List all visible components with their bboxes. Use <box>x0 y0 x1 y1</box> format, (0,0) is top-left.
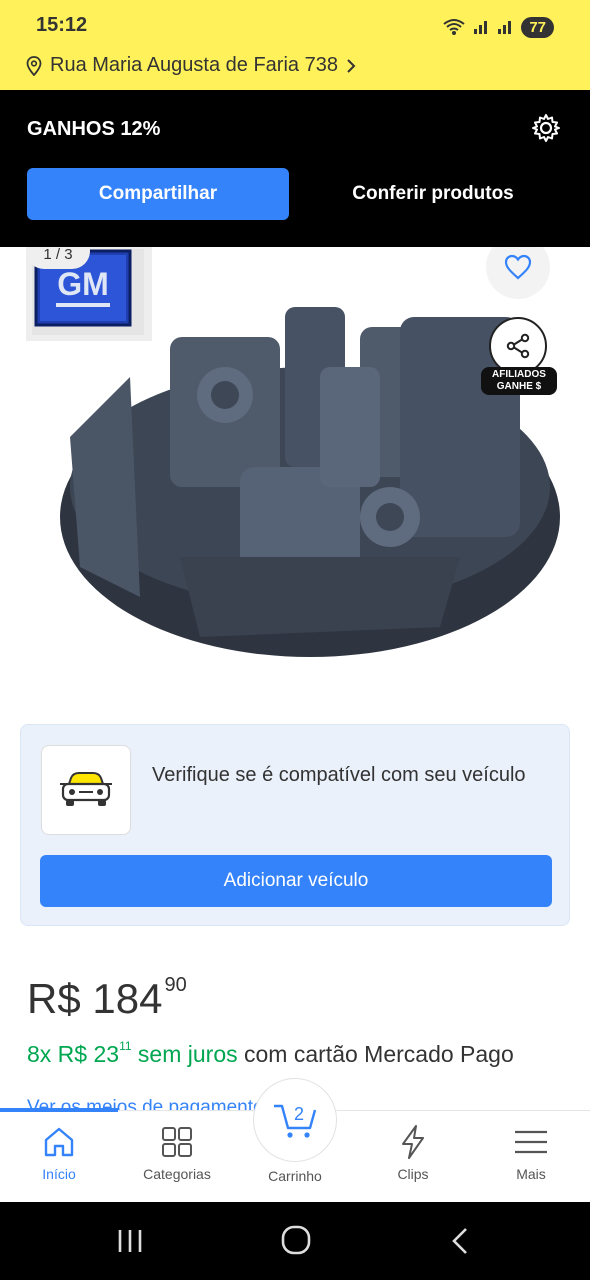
status-time: 15:12 <box>36 14 88 36</box>
bolt-icon <box>402 1125 424 1159</box>
installments-no-interest: sem juros <box>137 1041 238 1067</box>
nav-home[interactable]: Início <box>0 1110 118 1202</box>
affiliate-badge-line2: GANHE $ <box>496 381 542 392</box>
installments-amount: 8x R$ 23 <box>27 1041 120 1067</box>
price: R$ 184 90 <box>27 974 187 1023</box>
price-cents: 90 <box>164 974 187 996</box>
wifi-icon <box>443 19 465 35</box>
add-vehicle-button[interactable]: Adicionar veículo <box>40 855 552 907</box>
address-text: Rua Maria Augusta de Faria 738 <box>50 54 338 76</box>
earnings-title: GANHOS 12% <box>27 118 161 140</box>
cart-badge: 2 <box>294 1104 304 1124</box>
share-button[interactable]: Compartilhar <box>27 168 289 220</box>
affiliate-badge: AFILIADOS GANHE $ <box>481 367 557 395</box>
gear-icon[interactable] <box>530 112 562 144</box>
affiliate-badge-line1: AFILIADOS <box>492 369 546 380</box>
installments-card: com cartão Mercado Pago <box>244 1041 514 1067</box>
installments-info: 8x R$ 2311 sem juros com cartão Mercado … <box>27 1032 567 1069</box>
car-icon <box>60 772 112 806</box>
back-icon[interactable] <box>448 1226 472 1256</box>
cart-icon: 2 <box>274 1104 317 1138</box>
image-pager: 1 / 3 <box>26 247 90 269</box>
compatibility-card: Verifique se é compatível com seu veícul… <box>20 724 570 926</box>
battery-indicator: 77 <box>521 16 554 38</box>
nav-clips-label: Clips <box>397 1166 429 1182</box>
status-icons: 77 <box>443 14 554 40</box>
price-currency: R$ <box>27 975 81 1022</box>
home-button-icon[interactable] <box>280 1224 312 1256</box>
nav-cart-label: Carrinho <box>268 1168 322 1184</box>
share-icon <box>506 333 530 359</box>
delivery-address[interactable]: Rua Maria Augusta de Faria 738 <box>26 54 356 77</box>
price-integer: 184 <box>92 975 163 1022</box>
recent-apps-icon[interactable] <box>112 1226 148 1256</box>
installments-cents: 11 <box>119 1039 132 1053</box>
location-pin-icon <box>26 55 42 76</box>
compatibility-text: Verifique se é compatível com seu veícul… <box>152 764 526 786</box>
heart-icon <box>504 254 532 280</box>
grid-icon <box>162 1127 192 1157</box>
nav-categories[interactable]: Categorias <box>118 1110 236 1202</box>
nav-cart[interactable]: 2 <box>253 1078 337 1162</box>
nav-home-label: Início <box>42 1166 76 1182</box>
chevron-right-icon <box>347 58 356 73</box>
signal-icon <box>474 21 488 34</box>
nav-categories-label: Categorias <box>143 1166 211 1182</box>
nav-more[interactable]: Mais <box>472 1110 590 1202</box>
signal-icon-2 <box>498 21 512 34</box>
car-icon-box <box>41 745 131 835</box>
product-gallery[interactable]: GM 1 / 3 AFILIADOS GANHE $ <box>0 247 590 717</box>
home-icon <box>44 1127 74 1157</box>
system-navigation-bar <box>0 1202 590 1280</box>
nav-clips[interactable]: Clips <box>354 1110 472 1202</box>
nav-more-label: Mais <box>516 1166 546 1182</box>
check-products-button[interactable]: Conferir produtos <box>300 168 566 220</box>
menu-icon <box>515 1130 547 1154</box>
